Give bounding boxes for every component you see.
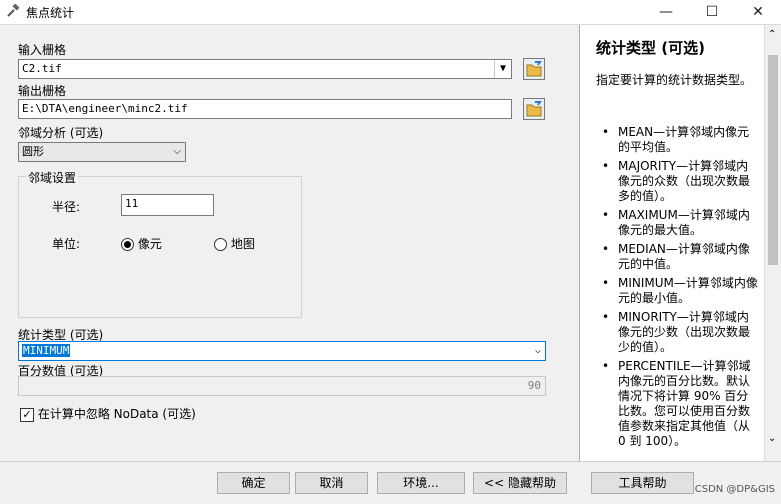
close-button[interactable]: ✕ <box>735 0 781 24</box>
hide-help-button[interactable]: << 隐藏帮助 <box>473 472 567 494</box>
chevron-down-icon[interactable]: ⌵ <box>535 342 541 360</box>
help-list-item: PERCENTILE—计算邻域内像元的百分比数。默认情况下将计算 90% 百分比… <box>602 359 758 449</box>
ok-button[interactable]: 确定 <box>217 472 290 494</box>
hammer-icon <box>6 3 20 18</box>
ignore-nodata-checkbox[interactable]: ✓ 在计算中忽略 NoData (可选) <box>20 405 196 422</box>
output-browse-button[interactable] <box>523 98 545 120</box>
cancel-button[interactable]: 取消 <box>295 472 368 494</box>
title-bar: 焦点统计 — ☐ ✕ <box>0 0 781 24</box>
radius-label: 半径: <box>52 200 81 214</box>
environments-button[interactable]: 环境... <box>377 472 465 494</box>
input-browse-button[interactable] <box>523 58 545 80</box>
window-title: 焦点统计 <box>26 6 75 20</box>
help-list-item: MINIMUM—计算邻域内像元的最小值。 <box>602 276 758 306</box>
help-list-item: MEAN—计算邻域内像元的平均值。 <box>602 125 758 155</box>
neighborhood-select[interactable]: 圆形 ⌵ <box>18 142 186 162</box>
unit-cell-label: 像元 <box>137 237 162 251</box>
radius-input[interactable]: 11 <box>121 194 214 216</box>
help-scrollbar[interactable]: ⌃ ⌄ <box>764 25 781 461</box>
input-raster-combobox[interactable]: C2.tif ▼ <box>18 59 512 79</box>
help-title: 统计类型 (可选) <box>596 39 705 57</box>
unit-map-radio[interactable]: 地图 <box>214 235 255 252</box>
percentile-input[interactable]: 90 <box>18 376 546 396</box>
chevron-down-icon[interactable]: ▼ <box>494 60 511 78</box>
check-icon: ✓ <box>20 407 34 422</box>
input-raster-label: 输入栅格 <box>18 43 67 57</box>
tool-help-button[interactable]: 工具帮助 <box>591 472 694 494</box>
ignore-nodata-label: 在计算中忽略 NoData (可选) <box>37 407 196 421</box>
scrollbar-thumb[interactable] <box>768 55 778 265</box>
neighborhood-value: 圆形 <box>22 145 44 158</box>
help-list-item: MAJORITY—计算邻域内像元的众数（出现次数最多的值）。 <box>602 159 758 204</box>
statistics-type-value: MINIMUM <box>22 344 71 357</box>
help-list-item: MAXIMUM—计算邻域内像元的最大值。 <box>602 208 758 238</box>
panel-splitter[interactable] <box>562 25 579 461</box>
input-raster-value: C2.tif <box>22 62 62 75</box>
help-list: MEAN—计算邻域内像元的平均值。 MAJORITY—计算邻域内像元的众数（出现次… <box>602 125 758 453</box>
folder-open-icon <box>526 101 542 117</box>
chevron-down-icon[interactable]: ⌵ <box>173 143 181 161</box>
help-list-item: MEDIAN—计算邻域内像元的中值。 <box>602 242 758 272</box>
help-list-item: MINORITY—计算邻域内像元的少数（出现次数最少的值）。 <box>602 310 758 355</box>
statistics-type-select[interactable]: MINIMUM ⌵ <box>18 341 546 361</box>
chevron-up-icon[interactable]: ⌃ <box>768 29 776 40</box>
minimize-button[interactable]: — <box>643 0 689 24</box>
units-label: 单位: <box>52 237 81 251</box>
neighborhood-label: 邻域分析 (可选) <box>18 126 104 140</box>
unit-map-label: 地图 <box>230 237 255 251</box>
output-raster-label: 输出栅格 <box>18 84 67 98</box>
chevron-down-icon[interactable]: ⌄ <box>768 433 776 444</box>
neighborhood-settings-label: 邻域设置 <box>26 169 79 186</box>
help-panel: 统计类型 (可选) 指定要计算的统计数据类型。 MEAN—计算邻域内像元的平均值… <box>579 25 765 461</box>
maximize-button[interactable]: ☐ <box>689 0 735 24</box>
output-raster-input[interactable]: E:\DTA\engineer\minc2.tif <box>18 99 512 119</box>
help-description: 指定要计算的统计数据类型。 <box>596 73 753 87</box>
unit-cell-radio[interactable]: 像元 <box>121 235 162 252</box>
folder-open-icon <box>526 61 542 77</box>
watermark: CSDN @DP&GIS <box>694 484 775 495</box>
